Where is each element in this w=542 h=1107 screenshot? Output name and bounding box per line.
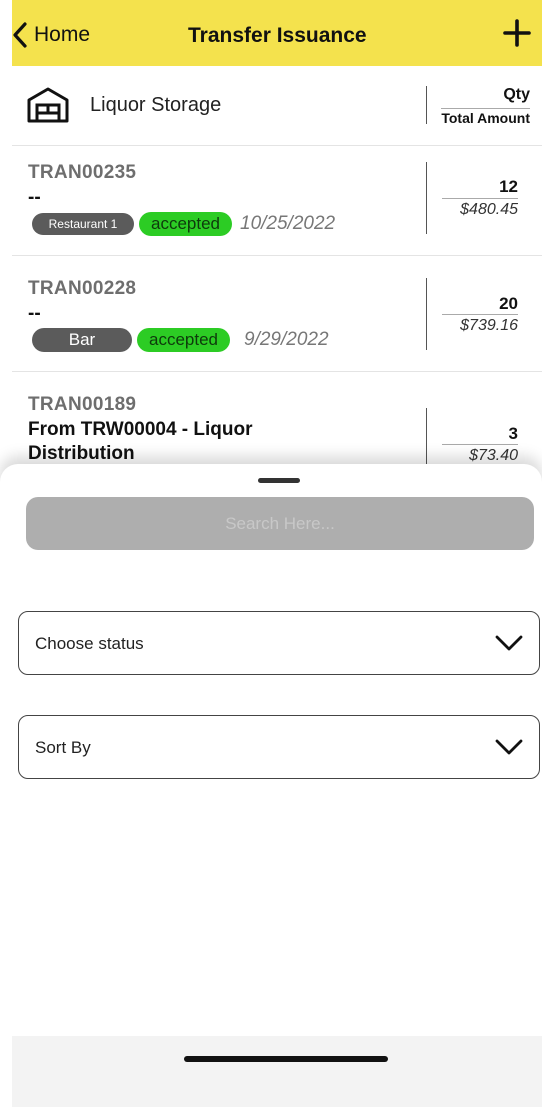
transfer-id: TRAN00189 [28,394,137,415]
transfer-amount: $73.40 [442,444,518,465]
back-label: Home [34,23,91,46]
transfer-description-line-1: From TRW00004 - Liquor [28,419,253,440]
status-dropdown-label: Choose status [35,634,144,653]
transfer-amount: $480.45 [442,198,518,219]
status-badge: accepted [137,328,230,352]
home-indicator[interactable] [184,1056,388,1062]
filter-bottom-sheet: Choose status Sort By [0,464,542,1107]
transfer-description-line-2: Distribution [28,443,135,464]
transfer-row[interactable]: TRAN00235 -- Restaurant 1 accepted 10/25… [12,146,542,256]
transfer-badges: Restaurant 1 accepted 10/25/2022 [32,212,335,236]
transfer-date: 10/25/2022 [240,213,336,234]
transfer-row[interactable]: TRAN00189 From TRW00004 - Liquor Distrib… [12,372,542,472]
transfer-date: 9/29/2022 [244,329,329,350]
transfer-qty: 3 [508,424,518,443]
column-divider [426,162,427,234]
storage-name: Liquor Storage [90,94,222,116]
status-badge: accepted [139,212,232,236]
chevron-left-icon [13,22,27,48]
chevron-down-icon [495,739,523,755]
transfer-row[interactable]: TRAN00228 -- Bar accepted 9/29/2022 20 $… [12,256,542,372]
column-divider [426,278,427,350]
column-divider [426,86,427,124]
total-amount-column-header: Total Amount [441,108,530,126]
column-divider [426,408,427,468]
storage-header: Liquor Storage Qty Total Amount [12,66,542,146]
back-button[interactable]: Home [12,20,90,50]
transfer-description: -- [28,187,41,208]
transfer-badges: Bar accepted 9/29/2022 [32,328,329,352]
sheet-drag-handle[interactable] [258,478,300,483]
chevron-down-icon [495,635,523,651]
transfer-description: -- [28,303,41,324]
bottom-bar [12,1036,542,1107]
transfer-id: TRAN00228 [28,278,137,299]
location-badge: Bar [32,328,132,352]
status-dropdown[interactable]: Choose status [18,611,540,675]
transfer-qty: 20 [499,294,518,313]
sort-dropdown-label: Sort By [35,738,91,757]
app-header: Home Transfer Issuance [12,0,542,66]
sort-dropdown[interactable]: Sort By [18,715,540,779]
transfer-qty: 12 [499,177,518,196]
search-input[interactable] [26,497,534,550]
add-icon[interactable] [500,16,534,50]
location-badge: Restaurant 1 [32,213,134,235]
page-title: Transfer Issuance [188,24,367,47]
warehouse-icon [27,87,69,123]
transfer-id: TRAN00235 [28,162,137,183]
transfer-amount: $739.16 [442,314,518,335]
qty-column-header: Qty [503,86,530,103]
